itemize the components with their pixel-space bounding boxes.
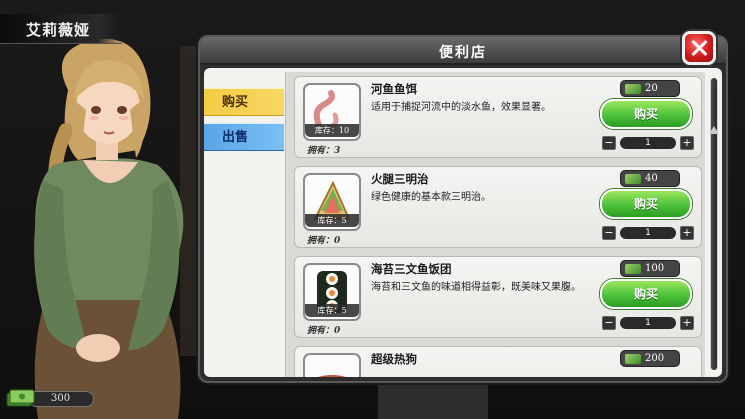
item-owned: 拥有：3 [307,146,341,156]
item-list[interactable]: 库存：10 拥有：3 河鱼鱼饵 适用于捕捉河流中的淡水鱼，效果显著。 20 购买… [285,72,705,377]
increase-button[interactable]: + [680,226,694,240]
list-item: 库存：10 拥有：3 河鱼鱼饵 适用于捕捉河流中的淡水鱼，效果显著。 20 购买… [294,76,702,158]
buy-button[interactable]: 购买 [600,99,692,129]
decrease-button[interactable]: − [602,136,616,150]
background-decor-bottom [378,385,488,419]
cash-icon [625,174,641,184]
game-screen: 艾莉薇娅 300 便利店 购买 出售 库存：10 拥有：3 河鱼鱼饵 适用于捕捉… [0,0,745,419]
item-price: 200 [620,350,680,367]
item-price-value: 200 [645,353,665,364]
increase-button[interactable]: + [680,316,694,330]
shop-title: 便利店 [439,45,487,61]
buy-button[interactable]: 购买 [600,189,692,219]
item-price: 20 [620,80,680,97]
item-desc: 适用于捕捉河流中的淡水鱼，效果显著。 [371,102,551,113]
tab-buy[interactable]: 购买 [204,88,284,116]
cash-icon [625,84,641,94]
character-nameplate: 艾莉薇娅 [0,14,122,44]
item-desc: 绿色健康的基本款三明治。 [371,192,491,203]
item-price-value: 40 [645,173,658,184]
cash-icon [6,389,35,407]
item-price: 100 [620,260,680,277]
item-owned: 拥有：0 [307,236,341,246]
item-owned: 拥有：0 [307,326,341,336]
item-price: 40 [620,170,680,187]
decrease-button[interactable]: − [602,316,616,330]
scroll-up-icon[interactable] [709,126,719,134]
wallet-amount: 300 [28,391,94,407]
item-stock: 库存：5 [305,214,359,227]
shop-window: 便利店 购买 出售 库存：10 拥有：3 河鱼鱼饵 适用于捕捉河流中的淡水鱼，效… [198,35,728,383]
quantity-value[interactable]: 1 [620,137,676,149]
character-name: 艾莉薇娅 [26,21,91,39]
quantity-stepper: − 1 + [602,226,694,241]
shop-body: 购买 出售 库存：10 拥有：3 河鱼鱼饵 适用于捕捉河流中的淡水鱼，效果显著。 [204,68,722,377]
item-thumbnail [303,353,361,377]
item-stock: 库存：5 [305,304,359,317]
buy-button[interactable]: 购买 [600,279,692,309]
scrollbar-thumb[interactable] [711,78,717,370]
item-name: 火腿三明治 [371,172,429,186]
item-name: 超级热狗 [371,352,417,366]
shop-titlebar: 便利店 [200,37,726,65]
increase-button[interactable]: + [680,136,694,150]
quantity-value[interactable]: 1 [620,317,676,329]
cash-icon [625,264,641,274]
decrease-button[interactable]: − [602,226,616,240]
list-item: 超级热狗 200 [294,346,702,377]
scrollbar[interactable] [710,78,718,370]
item-price-value: 20 [645,83,658,94]
item-name: 河鱼鱼饵 [371,82,417,96]
item-name: 海苔三文鱼饭团 [371,262,452,276]
wallet: 300 [6,388,94,410]
item-stock: 库存：10 [305,124,359,137]
quantity-stepper: − 1 + [602,316,694,331]
list-item: 库存：5 拥有：0 火腿三明治 绿色健康的基本款三明治。 40 购买 − 1 + [294,166,702,248]
character-portrait [34,38,184,419]
list-item: 库存：5 拥有：0 海苔三文鱼饭团 海苔和三文鱼的味道相得益彰，既美味又果腹。 … [294,256,702,338]
tab-sell[interactable]: 出售 [204,123,284,151]
item-price-value: 100 [645,263,665,274]
quantity-stepper: − 1 + [602,136,694,151]
close-button[interactable] [682,31,716,65]
cash-icon [625,354,641,364]
quantity-value[interactable]: 1 [620,227,676,239]
item-desc: 海苔和三文鱼的味道相得益彰，既美味又果腹。 [371,282,581,293]
hotdog-icon [318,375,346,377]
